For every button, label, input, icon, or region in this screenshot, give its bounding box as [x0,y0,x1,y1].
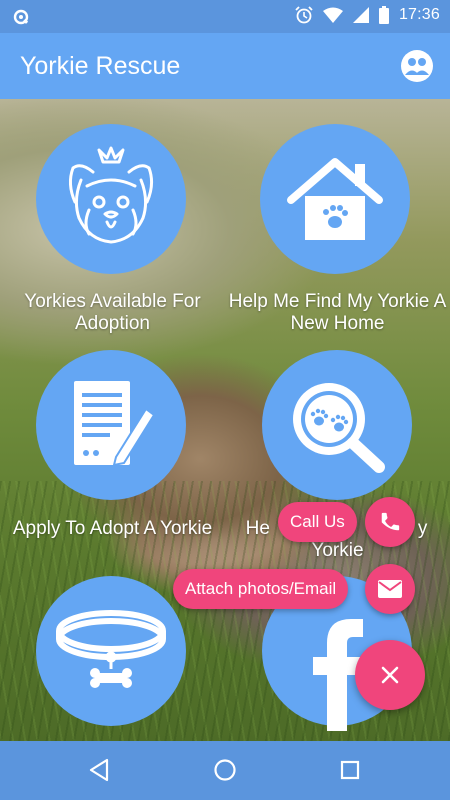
sync-icon [13,9,29,25]
tile-label: Yorkies Available For Adoption [24,291,201,334]
status-bar: 17:36 [0,0,450,33]
email-button[interactable] [365,564,415,614]
fab-close-button[interactable] [355,640,425,710]
people-icon[interactable] [400,49,434,83]
navigation-bar [0,741,450,800]
wifi-icon [322,7,343,23]
tile-circle[interactable] [36,576,186,726]
back-icon[interactable] [85,755,115,785]
tile-circle[interactable] [36,350,186,500]
app-bar: Yorkie Rescue [0,33,450,99]
tile-circle[interactable] [260,124,410,274]
house-paw-icon [287,158,383,240]
alarm-icon [295,6,313,24]
tile-label: Apply To Adopt A Yorkie [12,518,213,539]
clock: 17:36 [398,6,440,23]
mail-icon [378,580,402,598]
close-icon [381,666,399,684]
recents-icon[interactable] [335,755,365,785]
call-us-button[interactable] [365,497,415,547]
yorkie-face-icon [68,146,154,244]
tile-label: Help Me Find My Yorkie A New Home [228,291,447,334]
call-us-label[interactable]: Call Us [278,502,357,542]
search-paws-icon [293,383,385,473]
battery-icon [378,6,389,24]
signal-icon [352,7,369,23]
app-title: Yorkie Rescue [20,52,181,80]
tile-circle[interactable] [36,124,186,274]
tile-circle[interactable] [262,350,412,500]
home-icon[interactable] [210,755,240,785]
attach-email-label[interactable]: Attach photos/Email [173,569,349,609]
application-form-icon [74,381,156,467]
phone-icon [381,512,400,531]
dog-collar-icon [56,610,166,688]
